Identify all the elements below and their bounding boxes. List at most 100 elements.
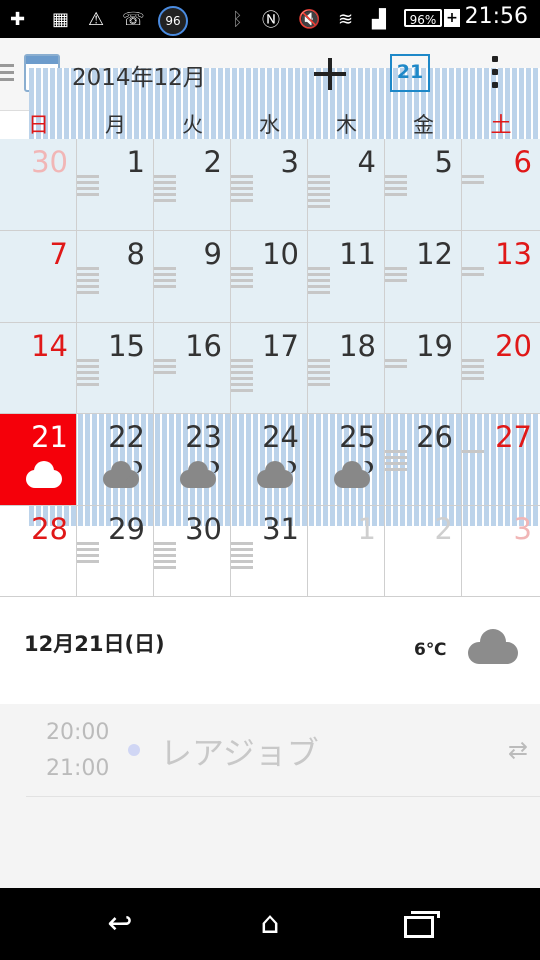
event-indicator — [385, 359, 407, 371]
event-indicator — [154, 267, 176, 291]
add-event-button[interactable] — [312, 52, 348, 96]
month-grid: 30 1 2 3 4 5 6 7 8 9 10 11 12 13 14 15 16 17 18 19 20 21 22 23 2… — [0, 139, 540, 597]
calendar-day-cell[interactable]: 30 — [0, 139, 77, 231]
event-indicator — [77, 359, 99, 389]
event-indicator — [154, 542, 176, 572]
flipboard-icon: ▦ — [52, 8, 70, 30]
day-number: 1 — [357, 512, 376, 546]
calendar-day-cell[interactable]: 4 — [308, 139, 385, 231]
calendar-day-cell[interactable]: 27 — [462, 414, 540, 506]
calendar-day-cell[interactable]: 11 — [308, 231, 385, 323]
event-indicator — [77, 175, 99, 199]
day-number: 6 — [513, 145, 532, 179]
event-indicator — [308, 359, 330, 389]
day-number: 14 — [31, 329, 68, 363]
calendar-day-cell[interactable]: 15 — [77, 323, 154, 414]
event-indicator — [385, 267, 407, 285]
mute-icon: 🔇 — [298, 8, 321, 30]
calendar-day-cell[interactable]: 18 — [308, 323, 385, 414]
weekday-sat: 土 — [490, 113, 512, 137]
calendar-day-cell[interactable]: 25 — [308, 414, 385, 506]
calendar-day-cell[interactable]: 1 — [308, 506, 385, 597]
event-indicator — [385, 450, 407, 474]
calendar-day-cell[interactable]: 30 — [154, 506, 231, 597]
calendar-day-cell[interactable]: 13 — [462, 231, 540, 323]
temperature: 6℃ — [414, 640, 447, 660]
cloud-moon-icon — [334, 461, 374, 494]
day-number: 25 — [339, 420, 376, 454]
calendar-app-icon[interactable] — [24, 54, 540, 526]
battery-level: 96% — [409, 13, 437, 27]
day-number: 19 — [416, 329, 453, 363]
day-number: 30 — [31, 145, 68, 179]
calendar-day-cell[interactable]: 8 — [77, 231, 154, 323]
calendar-day-cell[interactable]: 7 — [0, 231, 77, 323]
day-number: 15 — [108, 329, 145, 363]
home-button[interactable]: ⌂ — [240, 900, 300, 948]
overflow-menu-icon[interactable] — [490, 56, 500, 94]
event-indicator — [154, 359, 176, 377]
calendar-day-cell[interactable]: 22 — [77, 414, 154, 506]
event-item[interactable]: 20:00 21:00 レアジョブ ⇄ — [26, 704, 540, 797]
calendar-day-cell[interactable]: 28 — [0, 506, 77, 597]
day-number: 30 — [185, 512, 222, 546]
weekday-header: 日 月 火 水 木 金 土 — [0, 111, 540, 139]
calendar-day-cell[interactable]: 26 — [385, 414, 462, 506]
calendar-day-cell[interactable]: 24 — [231, 414, 308, 506]
month-title[interactable]: 2014年12月 — [72, 58, 206, 92]
back-button[interactable]: ↩ — [90, 900, 150, 948]
calendar-day-cell[interactable]: 21 — [0, 414, 77, 506]
today-button[interactable]: 21 — [390, 54, 430, 92]
event-indicator — [231, 267, 253, 291]
calendar-day-cell[interactable]: 3 — [231, 139, 308, 231]
calendar-day-cell[interactable]: 31 — [231, 506, 308, 597]
calendar-day-cell[interactable]: 3 — [462, 506, 540, 597]
signal-icon: ▟ — [372, 8, 386, 30]
calendar-day-cell[interactable]: 10 — [231, 231, 308, 323]
battery-icon: 96% — [404, 9, 442, 27]
calendar-day-cell[interactable]: 2 — [385, 506, 462, 597]
weekday-thu: 木 — [336, 113, 357, 137]
calendar-day-cell[interactable]: 20 — [462, 323, 540, 414]
day-number: 9 — [203, 237, 222, 271]
day-number: 18 — [339, 329, 376, 363]
day-number: 24 — [262, 420, 299, 454]
day-number: 7 — [49, 237, 68, 271]
calendar-day-cell[interactable]: 14 — [0, 323, 77, 414]
calendar-day-cell[interactable]: 16 — [154, 323, 231, 414]
cloud-moon-icon — [180, 461, 220, 494]
calendar-day-cell[interactable]: 23 — [154, 414, 231, 506]
day-number: 26 — [416, 420, 453, 454]
day-number: 5 — [434, 145, 453, 179]
calendar-day-cell[interactable]: 2 — [154, 139, 231, 231]
calendar-day-cell[interactable]: 6 — [462, 139, 540, 231]
event-indicator — [385, 175, 407, 199]
event-indicator — [462, 450, 484, 456]
recents-button[interactable] — [404, 911, 440, 938]
calendar-day-cell[interactable]: 5 — [385, 139, 462, 231]
calendar-day-cell[interactable]: 29 — [77, 506, 154, 597]
missed-call-icon: ☏ — [122, 8, 145, 30]
weekday-tue: 火 — [182, 113, 203, 137]
charging-icon: + — [444, 9, 460, 27]
calendar-day-cell[interactable]: 9 — [154, 231, 231, 323]
day-number: 22 — [108, 420, 145, 454]
day-number: 23 — [185, 420, 222, 454]
event-list: 20:00 21:00 レアジョブ ⇄ — [0, 704, 540, 888]
event-indicator — [77, 267, 99, 297]
drawer-icon[interactable] — [0, 64, 14, 85]
calendar-day-cell[interactable]: 1 — [77, 139, 154, 231]
day-number: 31 — [262, 512, 299, 546]
event-end-time: 21:00 — [46, 756, 110, 781]
calendar-day-cell[interactable]: 17 — [231, 323, 308, 414]
notification-badge-icon: 96 — [158, 6, 188, 36]
day-number: 27 — [495, 420, 532, 454]
calendar-day-cell[interactable]: 12 — [385, 231, 462, 323]
day-number: 4 — [357, 145, 376, 179]
calendar-day-cell[interactable]: 19 — [385, 323, 462, 414]
repeat-icon: ⇄ — [508, 736, 529, 764]
clock: 21:56 — [464, 4, 528, 29]
status-bar: ✚ ▦ ⚠ ☏ 96 ᛒ Ⓝ 🔇 ≋ ▟ 96% + 21:56 — [0, 0, 540, 38]
weekday-wed: 水 — [259, 113, 280, 137]
day-number: 2 — [203, 145, 222, 179]
